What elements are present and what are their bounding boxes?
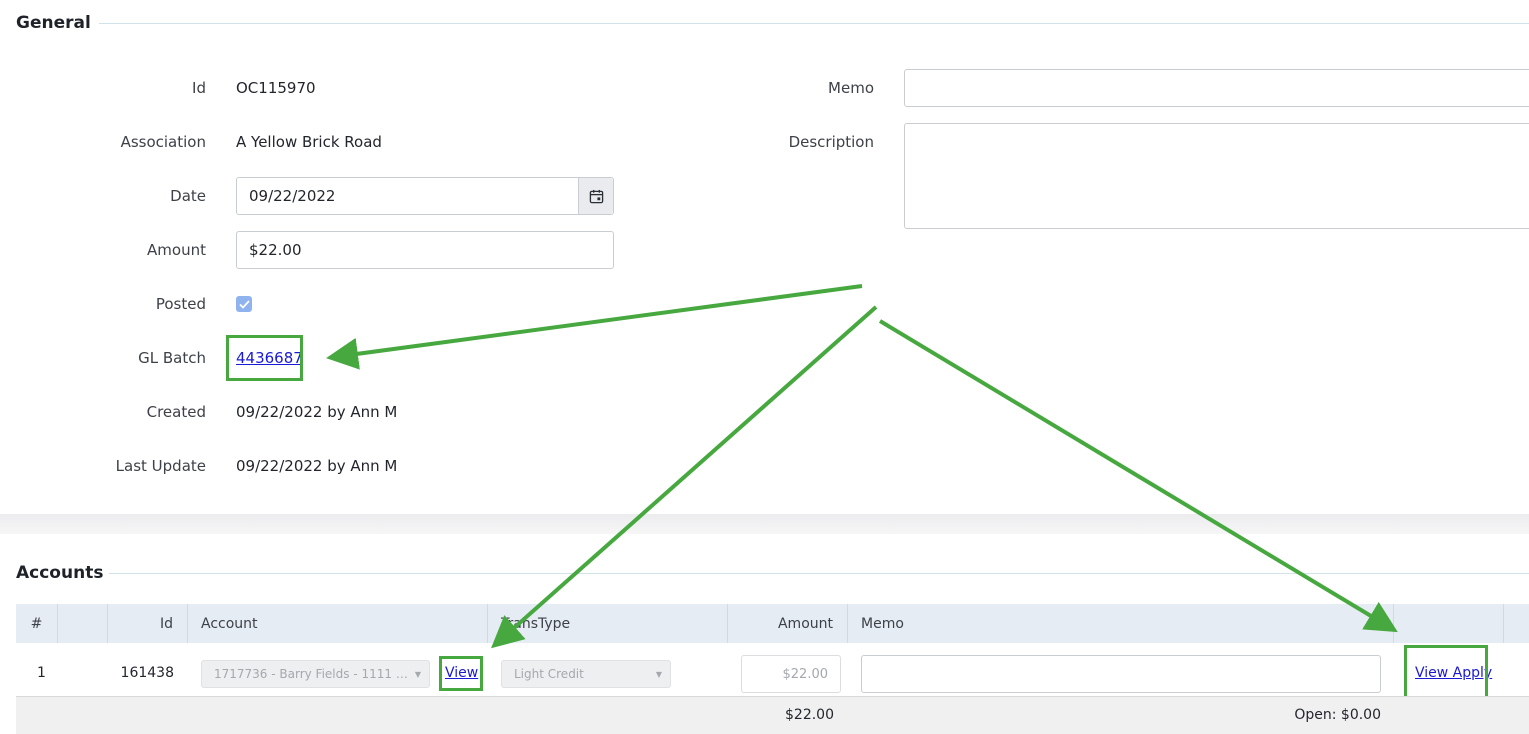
posted-label: Posted: [155, 295, 206, 313]
gl-batch-label: GL Batch: [138, 349, 206, 367]
id-value: OC115970: [236, 79, 316, 97]
description-textarea[interactable]: [904, 123, 1529, 229]
accounts-section-title: Accounts: [16, 563, 104, 583]
check-icon: [238, 299, 250, 309]
view-apply-highlight-box: [1404, 645, 1488, 702]
calendar-icon: [589, 189, 603, 203]
general-section-title: General: [16, 13, 91, 33]
id-label: Id: [192, 79, 206, 97]
date-input[interactable]: 09/22/2022: [236, 177, 614, 215]
row-memo-input[interactable]: [861, 655, 1381, 693]
general-section-divider: [99, 23, 1529, 24]
row-amount-input: $22.00: [741, 655, 841, 693]
amount-input-value: $22.00: [249, 241, 302, 259]
row-num: 1: [37, 665, 46, 681]
memo-input[interactable]: [904, 69, 1529, 107]
row-amount-value: $22.00: [782, 666, 829, 682]
date-input-value: 09/22/2022: [249, 187, 336, 205]
col-header-transtype: TransType: [488, 604, 728, 643]
date-label: Date: [170, 187, 206, 205]
amount-label: Amount: [147, 241, 206, 259]
footer-open-balance: Open: $0.00: [1294, 707, 1381, 723]
memo-label: Memo: [828, 79, 874, 97]
footer-amount-total: $22.00: [785, 707, 834, 723]
col-header-account: Account: [188, 604, 488, 643]
created-label: Created: [146, 403, 206, 421]
col-header-id: Id: [108, 604, 188, 643]
association-label: Association: [120, 133, 206, 151]
last-update-label: Last Update: [115, 457, 206, 475]
col-header-memo: Memo: [848, 604, 1394, 643]
account-select-value: 1717736 - Barry Fields - 1111 Newto...: [214, 667, 414, 681]
posted-checkbox[interactable]: [236, 296, 252, 312]
col-header-actions: [1394, 604, 1504, 643]
accounts-section-divider: [109, 573, 1529, 574]
gl-batch-highlight-box: [226, 335, 303, 381]
col-header-amount: Amount: [728, 604, 848, 643]
amount-input[interactable]: $22.00: [236, 231, 614, 269]
section-separator-band: [0, 514, 1529, 534]
transtype-select-value: Light Credit: [514, 667, 584, 681]
caret-down-icon: ▼: [655, 670, 662, 679]
date-picker-button[interactable]: [578, 178, 613, 214]
association-value: A Yellow Brick Road: [236, 133, 382, 151]
view-link-highlight-box: [439, 656, 483, 691]
created-value: 09/22/2022 by Ann M: [236, 403, 398, 421]
caret-down-icon: ▼: [414, 670, 421, 679]
last-update-value: 09/22/2022 by Ann M: [236, 457, 398, 475]
transtype-select: Light Credit ▼: [501, 660, 671, 688]
row-id: 161438: [120, 665, 174, 681]
description-label: Description: [788, 133, 874, 151]
col-header-num: #: [16, 604, 58, 643]
accounts-table-header: # Id Account TransType Amount Memo: [16, 604, 1529, 643]
arrow-to-view-link: [491, 305, 878, 649]
arrow-to-gl-batch: [326, 284, 863, 370]
arrow-to-view-apply: [878, 319, 1398, 633]
col-header-blank: [58, 604, 108, 643]
account-select: 1717736 - Barry Fields - 1111 Newto... ▼: [201, 660, 430, 688]
